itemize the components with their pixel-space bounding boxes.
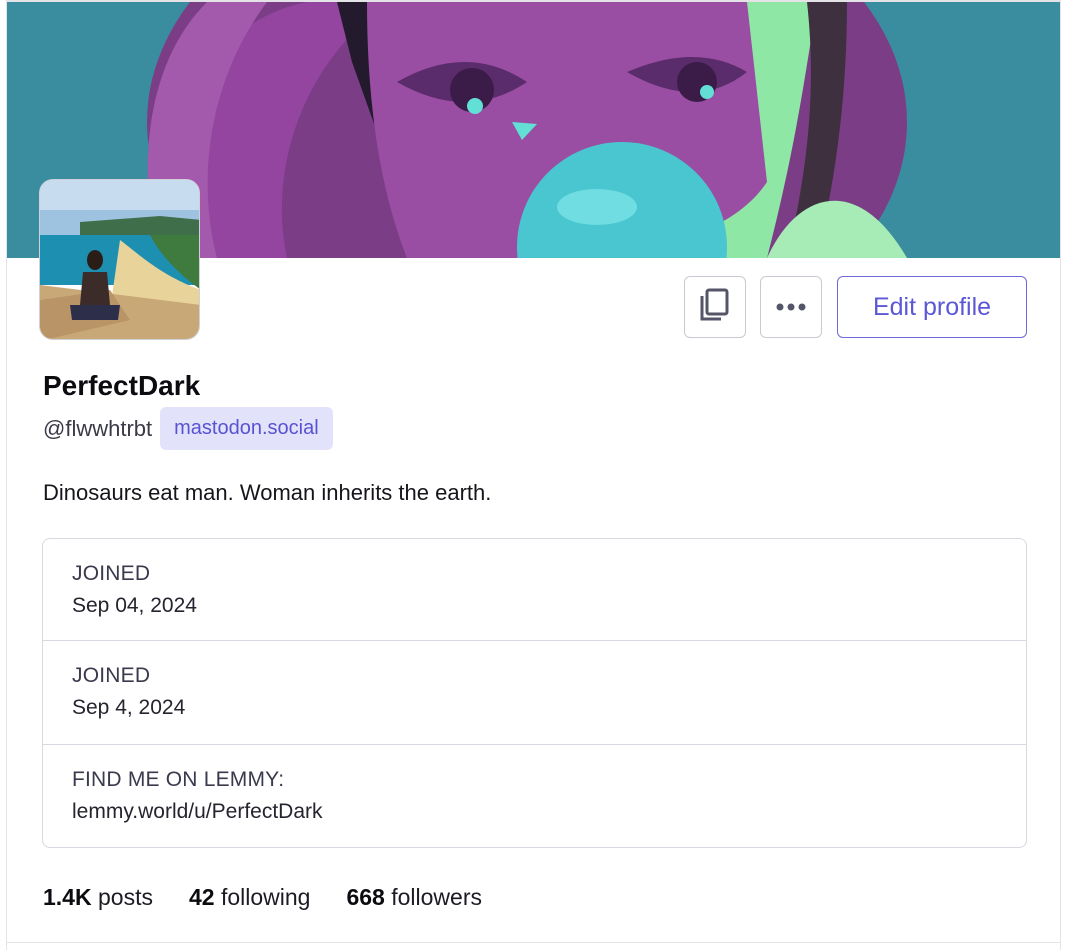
- profile-fields: JOINED Sep 04, 2024 JOINED Sep 4, 2024 F…: [42, 538, 1027, 848]
- display-name: PerfectDark: [43, 370, 201, 401]
- avatar[interactable]: [39, 179, 200, 340]
- following-count: 42: [188, 884, 215, 910]
- field-value: lemmy.world/u/PerfectDark: [72, 800, 323, 823]
- profile-field: JOINED Sep 04, 2024: [43, 539, 1026, 641]
- profile-card: Edit profile PerfectDark @flwwhtrbt mast…: [6, 0, 1061, 950]
- handle-row: @flwwhtrbt mastodon.social: [43, 407, 333, 450]
- edit-profile-button[interactable]: Edit profile: [837, 276, 1027, 338]
- copy-button[interactable]: [684, 276, 746, 338]
- profile-field: JOINED Sep 4, 2024: [43, 641, 1026, 745]
- posts-count: 1.4K: [43, 884, 92, 910]
- more-options-button[interactable]: [760, 276, 822, 338]
- field-label: JOINED: [72, 664, 151, 687]
- following-label: following: [220, 884, 311, 910]
- bio: Dinosaurs eat man. Woman inherits the ea…: [43, 480, 492, 505]
- posts-label: posts: [97, 884, 153, 910]
- field-value: Sep 4, 2024: [72, 696, 186, 719]
- field-value: Sep 04, 2024: [72, 594, 197, 617]
- followers-count: 668: [346, 884, 385, 910]
- user-handle: @flwwhtrbt: [43, 415, 153, 441]
- following-stat[interactable]: 42 following: [189, 884, 310, 911]
- followers-stat[interactable]: 668 followers: [346, 884, 482, 911]
- profile-stats: 1.4K posts 42 following 668 followers: [43, 884, 518, 911]
- copy-icon: [699, 288, 731, 327]
- posts-stat[interactable]: 1.4K posts: [43, 884, 153, 911]
- divider: [7, 942, 1060, 943]
- field-label: JOINED: [72, 562, 151, 585]
- followers-label: followers: [391, 884, 482, 910]
- domain-badge[interactable]: mastodon.social: [160, 407, 333, 450]
- more-icon: [776, 298, 806, 316]
- field-label: FIND ME ON LEMMY:: [72, 768, 285, 791]
- profile-field: FIND ME ON LEMMY: lemmy.world/u/PerfectD…: [43, 745, 1026, 847]
